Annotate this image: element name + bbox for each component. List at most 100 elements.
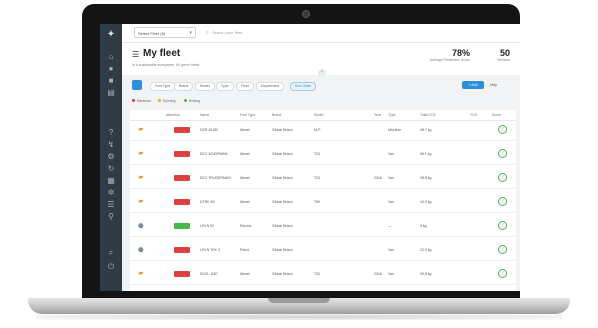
- cell-type: Van: [388, 248, 394, 252]
- truck-icon: ▰: [138, 150, 144, 157]
- gear-icon[interactable]: ✲: [106, 188, 116, 198]
- legend-ending: Ending: [184, 99, 200, 103]
- map-icon[interactable]: ▦: [106, 176, 116, 186]
- table-row[interactable]: ▰ DCV 3/DEIRMAN Diesel Global Brand T20 Van 36…: [130, 145, 516, 165]
- cell-name: DCVL 1187: [200, 272, 218, 276]
- cell-brand: Global Brand: [272, 176, 293, 180]
- stat-score-label: Average FleetIndex Score: [429, 58, 470, 62]
- fleet-select-value: Select Fleet (8): [138, 31, 166, 36]
- fleet-select[interactable]: Select Fleet (8) ▾: [134, 27, 196, 38]
- briefcase-icon[interactable]: ■: [106, 76, 116, 86]
- table-row[interactable]: ▰ DTRK 89 Diesel Global Brand T50 Van 40.2 kg ✓…: [130, 193, 516, 213]
- col-type[interactable]: Type: [388, 113, 396, 117]
- top-bar: Select Fleet (8) ▾ ⌕ Search your fleet: [122, 24, 520, 43]
- search-icon[interactable]: ⌕: [106, 248, 116, 258]
- col-co2[interactable]: Total CO2: [420, 113, 436, 117]
- col-brand[interactable]: Brand: [272, 113, 281, 117]
- help-link[interactable]: Help: [490, 81, 497, 89]
- cell-name: DCV TRUDERMAN: [200, 176, 231, 180]
- cell-year: 2016: [374, 176, 382, 180]
- filter-chip[interactable]: Fuel Type: [150, 82, 176, 91]
- status-badge: [174, 223, 190, 229]
- cell-co2: 0 kg: [420, 224, 427, 228]
- score-ring-icon: ✓: [498, 245, 507, 254]
- status-badge: [174, 175, 190, 181]
- table-row[interactable]: ▰ DCVL 1187 Diesel Global Brand T30 2016 Van 39…: [130, 265, 516, 285]
- help-icon[interactable]: ?: [106, 128, 116, 138]
- filter-chip-active[interactable]: Sort Order: [290, 82, 317, 91]
- cell-type: —: [388, 224, 392, 228]
- menu-icon[interactable]: ☰: [132, 50, 139, 59]
- col-model[interactable]: Model: [314, 113, 324, 117]
- legend-label: Renewal: [137, 99, 151, 103]
- legend-renewal: Renewal: [132, 99, 151, 103]
- vehicle-table: Attention Name Fuel Type Brand Model Yea…: [130, 110, 516, 291]
- cell-model: T30: [314, 272, 321, 276]
- settings-icon[interactable]: ⚙: [106, 152, 116, 162]
- cell-name: DSR 40180: [200, 128, 219, 132]
- row-chevron-icon[interactable]: ›: [511, 175, 512, 180]
- cell-fuel: Diesel: [240, 272, 250, 276]
- cell-model: T20: [314, 152, 321, 156]
- user-icon[interactable]: ●: [106, 64, 116, 74]
- search-input[interactable]: ⌕ Search your fleet: [206, 28, 296, 38]
- col-tco[interactable]: TCO: [470, 113, 477, 117]
- table-row[interactable]: ⬤ LEVN TEK 3 Petrol Global Brand Van 22.0 kg ✓…: [130, 241, 516, 261]
- status-badge: [174, 271, 190, 277]
- col-attention[interactable]: Attention: [166, 113, 180, 117]
- row-chevron-icon[interactable]: ›: [511, 199, 512, 204]
- route-icon[interactable]: ↯: [106, 140, 116, 150]
- filter-chip[interactable]: Model: [195, 82, 215, 91]
- col-name[interactable]: Name: [200, 113, 209, 117]
- table-row[interactable]: ⬤ LEVN 92 Electric Global Brand — 0 kg ✓ ›: [130, 217, 516, 237]
- cell-year: 2016: [374, 272, 382, 276]
- truck-icon: ▰: [138, 126, 144, 133]
- cell-fuel: Diesel: [240, 200, 250, 204]
- chevron-down-icon: ▾: [189, 30, 192, 36]
- stat-vehicles: 50 Vehicles: [478, 48, 510, 62]
- row-chevron-icon[interactable]: ›: [511, 151, 512, 156]
- cell-name: LEVN TEK 3: [200, 248, 220, 252]
- home-icon[interactable]: ⌂: [106, 52, 116, 62]
- cell-co2: 22.0 kg: [420, 248, 432, 252]
- chart-icon[interactable]: ▤: [106, 88, 116, 98]
- truck-icon: ▰: [138, 270, 144, 277]
- cell-name: DTRK 89: [200, 200, 215, 204]
- row-chevron-icon[interactable]: ›: [511, 127, 512, 132]
- status-badge: [174, 247, 190, 253]
- col-year[interactable]: Year: [374, 113, 381, 117]
- cell-fuel: Electric: [240, 224, 252, 228]
- col-fuel[interactable]: Fuel Type: [240, 113, 255, 117]
- sidebar: ✦ ⌂ ● ■ ▤ ? ↯ ⚙ ↻ ▦ ✲ ☰ ⚲ ⌕ ⏻: [100, 24, 122, 291]
- table-row[interactable]: ▰ DCV TRUDERMAN Diesel Global Brand T20 2016 V…: [130, 169, 516, 189]
- col-score[interactable]: Score: [492, 113, 501, 117]
- filter-all-button[interactable]: [132, 80, 142, 90]
- cell-fuel: Petrol: [240, 248, 250, 252]
- car-icon: ⬤: [138, 247, 144, 253]
- cell-co2: 40.2 kg: [420, 200, 432, 204]
- row-chevron-icon[interactable]: ›: [511, 247, 512, 252]
- cell-type: Van: [388, 272, 394, 276]
- filter-chip[interactable]: Type: [216, 82, 234, 91]
- cell-type: Mid-size: [388, 128, 402, 132]
- power-icon[interactable]: ⏻: [106, 262, 116, 272]
- status-badge: [174, 199, 190, 205]
- cell-model: M-P: [314, 128, 321, 132]
- filter-chip[interactable]: Brand: [174, 82, 194, 91]
- refresh-icon[interactable]: ↻: [106, 164, 116, 174]
- page-header: ☰ My fleet In a sustainable ecosystem, 6…: [122, 43, 520, 77]
- laptop-shadow: [36, 314, 562, 320]
- filter-chip[interactable]: Department: [256, 82, 285, 91]
- pin-icon[interactable]: ⚲: [106, 212, 116, 222]
- status-legend: Renewal Syncing Ending: [122, 96, 520, 108]
- table-row[interactable]: ▰ DSR 40180 Diesel Global Brand M-P Mid-size 4…: [130, 121, 516, 141]
- row-chevron-icon[interactable]: ›: [511, 223, 512, 228]
- row-chevron-icon[interactable]: ›: [511, 271, 512, 276]
- score-ring-icon: ✓: [498, 173, 507, 182]
- filter-chip[interactable]: Fleet: [236, 82, 254, 91]
- score-ring-icon: ✓: [498, 197, 507, 206]
- add-vehicle-button[interactable]: + Add: [462, 81, 484, 89]
- cell-fuel: Diesel: [240, 176, 250, 180]
- page-subtitle: In a sustainable ecosystem, 60 green fle…: [132, 63, 200, 67]
- list-icon[interactable]: ☰: [106, 200, 116, 210]
